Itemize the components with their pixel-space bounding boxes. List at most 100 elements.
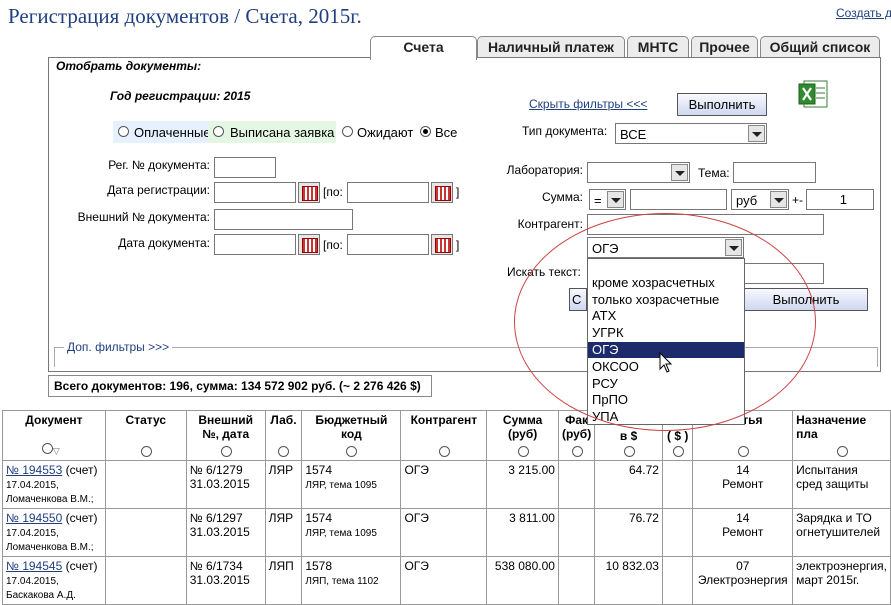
lab-cell: ЛЯР [268, 511, 294, 525]
document-link[interactable]: № 194545 [6, 559, 62, 573]
document-link[interactable]: № 194553 [6, 463, 62, 477]
sort-radio[interactable] [571, 446, 583, 457]
sort-radio[interactable] [438, 446, 450, 457]
document-link[interactable]: № 194550 [6, 511, 62, 525]
sort-radio[interactable] [346, 446, 358, 457]
status-all-option[interactable]: Все [416, 121, 460, 143]
reg-date-label: Дата регистрации: [107, 183, 210, 197]
lab-cell: ЛЯП [268, 559, 294, 573]
calendar-icon[interactable] [298, 234, 320, 255]
reg-date-to-input[interactable] [347, 182, 429, 203]
ext-no-input[interactable] [214, 209, 353, 230]
run-button-2[interactable]: Выполнить [744, 288, 868, 311]
doc-type: (счет) [65, 559, 98, 573]
budget-code-sub: ЛЯР, тема 1095 [305, 528, 377, 539]
search-text-input[interactable] [744, 263, 824, 284]
budget-code: 1578 [305, 559, 333, 573]
doc-date-to-input[interactable] [347, 234, 429, 255]
sum-cell: 538 080.00 [494, 559, 555, 573]
sort-radio[interactable] [737, 446, 749, 457]
dropdown-item[interactable]: РСУ [588, 376, 744, 392]
sum-input[interactable] [630, 189, 727, 210]
run-button[interactable]: Выполнить [677, 93, 767, 116]
dropdown-item[interactable]: кроме хозрасчетных [588, 275, 744, 291]
radio-paid[interactable] [118, 126, 129, 137]
sort-radio[interactable] [517, 446, 529, 457]
col-purpose[interactable]: Назначение пла [792, 410, 891, 461]
table-row: № 194553 (счет) 17.04.2015, Ломаченкова В.… [2, 460, 891, 509]
extra-filters-link[interactable]: Доп. фильтры >>> [64, 340, 173, 354]
col-lab[interactable]: Лаб. [264, 410, 303, 461]
doc-type-select[interactable]: ВСЕ [615, 123, 767, 144]
col-contractor[interactable]: Контрагент [400, 410, 488, 461]
tab-cash-payment[interactable]: Наличный платеж [477, 36, 625, 58]
col-status[interactable]: Статус [104, 410, 187, 461]
col-document[interactable]: Документ ▽ [2, 410, 106, 461]
contractor-select[interactable]: ОГЭ [587, 237, 744, 258]
doc-type-label: Тип документа: [522, 124, 608, 138]
tab-other[interactable]: Прочее [691, 36, 758, 58]
theme-input[interactable] [733, 162, 816, 183]
contractor-cell: ОГЭ [404, 463, 429, 477]
doc-person: Ломаченкова В.М.; [6, 542, 94, 553]
table-header-row: Документ ▽ Статус Внешний №, дата Лаб. Б… [2, 410, 891, 461]
sort-arrow-icon[interactable]: ▽ [53, 446, 60, 456]
sort-radio[interactable] [220, 446, 232, 457]
dropdown-item[interactable]: ПрПО [588, 392, 744, 408]
contractor-dropdown-list[interactable]: кроме хозрасчетных только хозрасчетные А… [587, 258, 745, 425]
dropdown-item[interactable]: УГРК [588, 325, 744, 341]
radio-paid-label: Оплаченные [134, 125, 211, 140]
calendar-icon[interactable] [431, 182, 453, 203]
bracket: ] [456, 185, 460, 199]
dropdown-item[interactable]: УПА [588, 409, 744, 425]
radio-waiting[interactable] [342, 126, 353, 137]
excel-icon[interactable] [798, 80, 828, 109]
sort-radio[interactable] [41, 443, 53, 454]
col-sum[interactable]: Сумма (руб) [486, 410, 559, 461]
item-name: Ремонт [722, 525, 764, 539]
reg-no-input[interactable] [214, 157, 276, 178]
hide-filters-link[interactable]: Скрыть фильтры <<< [529, 97, 647, 111]
radio-request[interactable] [213, 126, 224, 137]
calendar-icon[interactable] [298, 182, 320, 203]
col-budget-code[interactable]: Бюджетный код [301, 410, 402, 461]
col-external-no[interactable]: Внешний №, дата [185, 410, 266, 461]
page-title: Регистрация документов / Счета, 2015г. [8, 4, 362, 28]
doc-type-value: ВСЕ [620, 127, 647, 142]
doc-person: Ломаченкова В.М.; [6, 494, 94, 505]
sort-radio[interactable] [672, 446, 684, 457]
contractor-label: Контрагент: [517, 217, 583, 231]
tab-general-list[interactable]: Общий список [760, 36, 880, 58]
clear-button[interactable]: С [569, 288, 587, 311]
sort-radio[interactable] [278, 446, 290, 457]
tab-invoices[interactable]: Счета [370, 36, 477, 60]
sort-radio[interactable] [623, 446, 635, 457]
tab-mnts[interactable]: МНТС [627, 36, 689, 58]
currency-select[interactable]: руб [731, 189, 789, 210]
totals-bar: Всего документов: 196, сумма: 134 572 90… [48, 375, 432, 397]
lab-label: Лаборатория: [506, 163, 583, 177]
col-usd-label: в $ [619, 429, 638, 443]
dropdown-item[interactable]: АТХ [588, 308, 744, 324]
doc-date-from-input[interactable] [214, 234, 296, 255]
col-sum-label: Сумма (руб) [502, 413, 543, 441]
status-request-option[interactable]: Выписана заявка [208, 121, 336, 143]
create-link[interactable]: Создать д [836, 6, 891, 20]
sum-operator-select[interactable]: = [589, 189, 626, 210]
calendar-icon[interactable] [431, 234, 453, 255]
purpose-cell: Испытания сред защиты [796, 463, 869, 491]
table-row: № 194545 (счет) 17.04.2015, Баскакова А.Д.… [2, 556, 891, 605]
lab-select[interactable] [587, 162, 690, 183]
radio-all[interactable] [420, 126, 431, 137]
sort-radio[interactable] [836, 446, 848, 457]
status-paid-option[interactable]: Оплаченные [113, 121, 211, 143]
reg-date-from-input[interactable] [214, 182, 296, 203]
contractor-input[interactable] [587, 214, 824, 235]
dropdown-item[interactable]: только хозрасчетные [588, 292, 744, 308]
sort-radio[interactable] [140, 446, 152, 457]
sort-control[interactable]: ▽ [41, 443, 60, 457]
doc-date-label: Дата документа: [118, 236, 210, 250]
tolerance-input[interactable]: 1 [806, 189, 874, 210]
status-waiting-option[interactable]: Ожидают [336, 121, 416, 143]
bracket: ] [456, 238, 460, 252]
